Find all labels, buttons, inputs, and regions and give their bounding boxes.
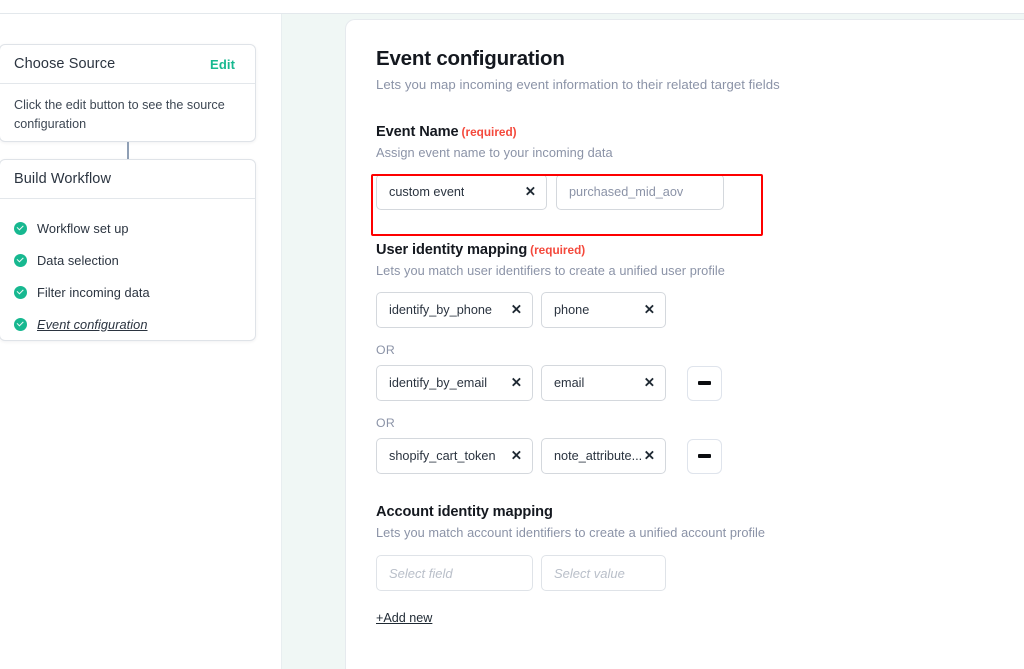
page-title: Event configuration <box>376 47 565 70</box>
event-name-value-chip[interactable]: purchased_mid_aov <box>556 174 724 210</box>
user-identity-field-text: identify_by_phone <box>389 303 492 317</box>
account-identity-mapping-section: Account identity mapping Lets you match … <box>376 504 1015 627</box>
event-name-section: Event Name (required) Assign event name t… <box>376 124 1015 210</box>
event-name-value-text: purchased_mid_aov <box>569 185 684 199</box>
build-workflow-card[interactable]: Build Workflow Workflow set up Data sele… <box>0 159 256 341</box>
required-badge: (required) <box>530 243 586 257</box>
event-configuration-panel: Event configuration Lets you map incomin… <box>345 19 1024 669</box>
panel-content: Event configuration Lets you map incomin… <box>346 20 1024 627</box>
or-separator: OR <box>376 343 396 357</box>
close-x-icon[interactable]: ✕ <box>511 303 522 317</box>
user-identity-value-text: phone <box>554 303 590 317</box>
user-identity-field-text: shopify_cart_token <box>389 449 496 463</box>
close-x-icon[interactable]: ✕ <box>644 449 655 463</box>
account-identity-field-select[interactable]: Select field <box>376 555 533 591</box>
add-new-button[interactable]: +Add new <box>376 611 432 625</box>
user-identity-row: identify_by_email ✕ email ✕ <box>376 365 1015 401</box>
minus-icon <box>698 454 711 458</box>
user-identity-field-chip[interactable]: identify_by_phone ✕ <box>376 292 533 328</box>
edit-source-button[interactable]: Edit <box>210 57 235 72</box>
check-circle-icon <box>14 253 27 267</box>
user-identity-description: Lets you match user identifiers to creat… <box>376 263 725 278</box>
workflow-step-filter-incoming-data[interactable]: Filter incoming data <box>14 276 241 308</box>
user-identity-value-text: email <box>554 376 585 390</box>
workflow-connector-line <box>127 142 129 160</box>
close-x-icon[interactable]: ✕ <box>644 376 655 390</box>
user-identity-row: shopify_cart_token ✕ note_attribute... ✕ <box>376 438 1015 474</box>
build-workflow-title: Build Workflow <box>14 171 112 187</box>
user-identity-field-text: identify_by_email <box>389 376 488 390</box>
check-circle-icon <box>14 285 27 299</box>
required-badge: (required) <box>461 125 517 139</box>
account-identity-description: Lets you match account identifiers to cr… <box>376 525 766 540</box>
close-x-icon[interactable]: ✕ <box>644 303 655 317</box>
user-identity-field-chip[interactable]: identify_by_email ✕ <box>376 365 533 401</box>
choose-source-title: Choose Source <box>14 56 116 72</box>
user-identity-heading: User identity mapping (required) <box>376 242 1015 258</box>
workflow-step-label: Filter incoming data <box>37 284 150 300</box>
choose-source-card[interactable]: Choose Source Edit Click the edit button… <box>0 44 256 142</box>
check-circle-icon <box>14 317 27 331</box>
event-name-heading-text: Event Name <box>376 124 459 140</box>
close-x-icon[interactable]: ✕ <box>511 449 522 463</box>
canvas-right-divider <box>281 14 282 669</box>
user-identity-value-chip[interactable]: email ✕ <box>541 365 666 401</box>
account-identity-value-placeholder: Select value <box>554 565 625 581</box>
top-strip <box>0 0 1024 13</box>
page-subtitle: Lets you map incoming event information … <box>376 77 780 92</box>
event-name-row: custom event ✕ purchased_mid_aov <box>376 174 1015 210</box>
app-root: Choose Source Edit Click the edit button… <box>0 0 1024 669</box>
workflow-step-label: Data selection <box>37 252 119 268</box>
user-identity-value-chip[interactable]: note_attribute... ✕ <box>541 438 666 474</box>
close-x-icon[interactable]: ✕ <box>525 185 536 199</box>
choose-source-header: Choose Source Edit <box>0 45 255 84</box>
workflow-step-workflow-set-up[interactable]: Workflow set up <box>14 212 241 244</box>
user-identity-mapping-section: User identity mapping (required) Lets you… <box>376 242 1015 474</box>
user-identity-field-chip[interactable]: shopify_cart_token ✕ <box>376 438 533 474</box>
or-separator: OR <box>376 416 396 430</box>
close-x-icon[interactable]: ✕ <box>511 376 522 390</box>
choose-source-hint: Click the edit button to see the source … <box>14 98 225 131</box>
build-workflow-steps: Workflow set up Data selection Filter in… <box>0 199 255 340</box>
workflow-step-label: Workflow set up <box>37 220 129 236</box>
check-circle-icon <box>14 221 27 235</box>
user-identity-value-chip[interactable]: phone ✕ <box>541 292 666 328</box>
event-name-field-chip[interactable]: custom event ✕ <box>376 174 547 210</box>
minus-icon <box>698 381 711 385</box>
user-identity-heading-text: User identity mapping <box>376 242 528 258</box>
choose-source-body: Click the edit button to see the source … <box>0 84 255 133</box>
build-workflow-header: Build Workflow <box>0 160 255 199</box>
account-identity-row: Select field Select value <box>376 555 1015 591</box>
workflow-step-data-selection[interactable]: Data selection <box>14 244 241 276</box>
account-identity-field-placeholder: Select field <box>389 565 453 581</box>
workflow-step-event-configuration[interactable]: Event configuration <box>14 308 241 340</box>
user-identity-value-text: note_attribute... <box>554 449 643 463</box>
event-name-field-text: custom event <box>389 185 465 199</box>
user-identity-row: identify_by_phone ✕ phone ✕ <box>376 292 1015 328</box>
remove-user-identity-row-button[interactable] <box>687 438 722 474</box>
event-name-description: Assign event name to your incoming data <box>376 145 613 160</box>
workflow-step-label: Event configuration <box>37 316 148 332</box>
event-name-heading: Event Name (required) <box>376 124 1015 140</box>
account-identity-value-select[interactable]: Select value <box>541 555 666 591</box>
account-identity-heading: Account identity mapping <box>376 504 553 520</box>
remove-user-identity-row-button[interactable] <box>687 365 722 401</box>
